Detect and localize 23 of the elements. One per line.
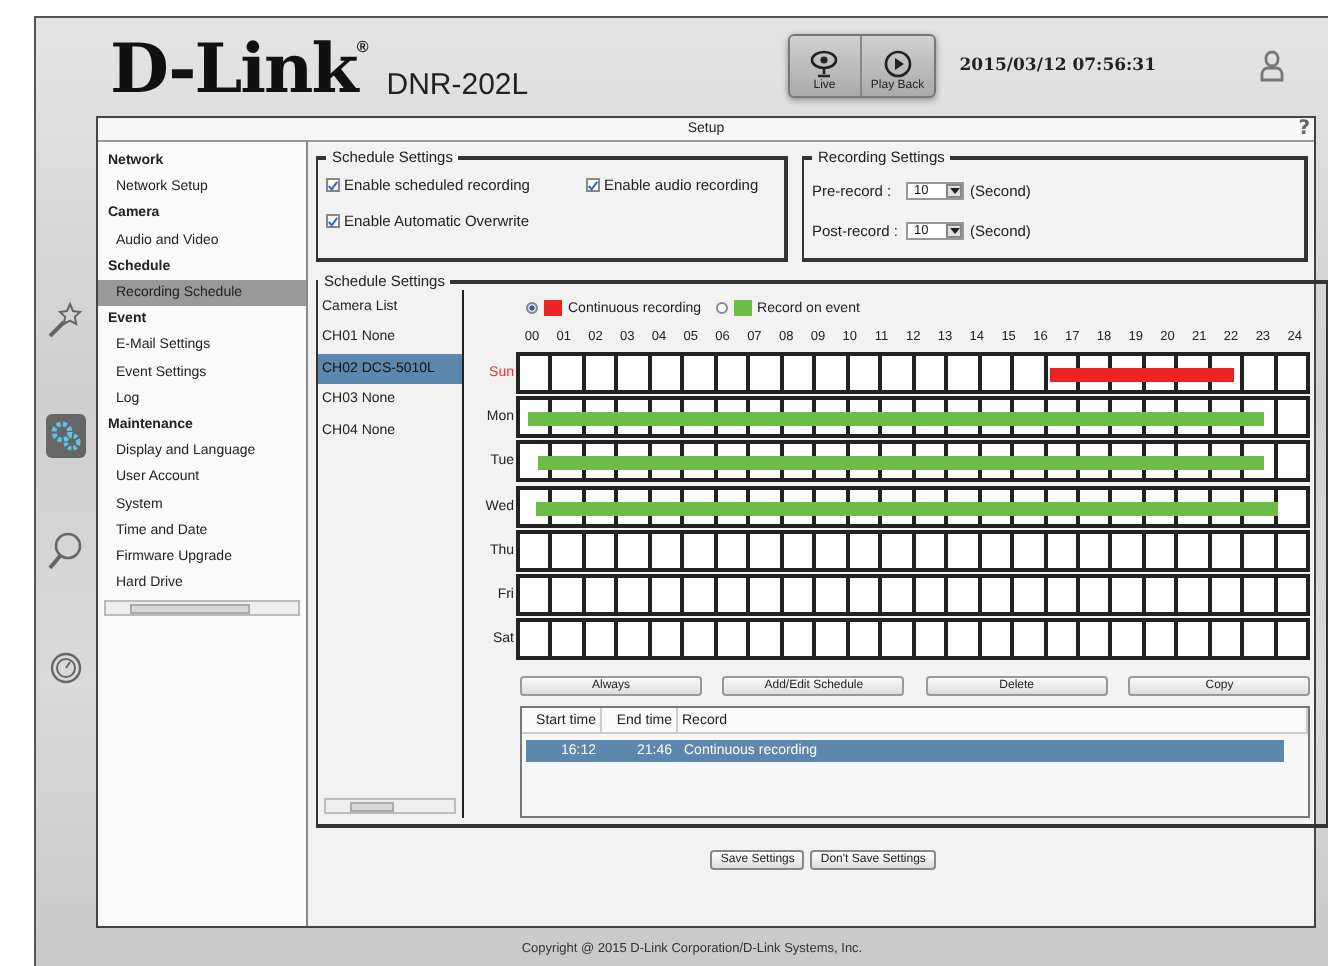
model-name: DNR-202L [386, 67, 529, 101]
day-timeline[interactable] [516, 618, 1311, 661]
date-time: 2015/03/12 07:56:31 [959, 56, 1156, 76]
horizontal-scrollbar[interactable] [324, 798, 456, 815]
caret-icon [949, 187, 959, 193]
checkbox[interactable] [326, 178, 340, 192]
user-icon[interactable] [1260, 50, 1284, 82]
play-icon [883, 50, 912, 78]
horizontal-scrollbar[interactable] [104, 600, 300, 617]
radio-button[interactable] [715, 302, 728, 314]
day-timeline[interactable] [516, 440, 1311, 483]
help-icon[interactable]: ? [1298, 118, 1310, 140]
radio-button[interactable] [526, 302, 538, 314]
day-timeline[interactable] [516, 574, 1311, 617]
day-timeline[interactable] [516, 351, 1311, 394]
day-timeline[interactable] [516, 395, 1311, 438]
d-link-logo: D-Link® [110, 36, 367, 104]
day-timeline[interactable] [516, 529, 1311, 572]
checkbox[interactable] [586, 178, 600, 192]
day-timeline[interactable] [516, 485, 1311, 528]
eye-icon [810, 50, 839, 78]
caret-icon [949, 227, 959, 233]
checkbox[interactable] [326, 214, 340, 228]
